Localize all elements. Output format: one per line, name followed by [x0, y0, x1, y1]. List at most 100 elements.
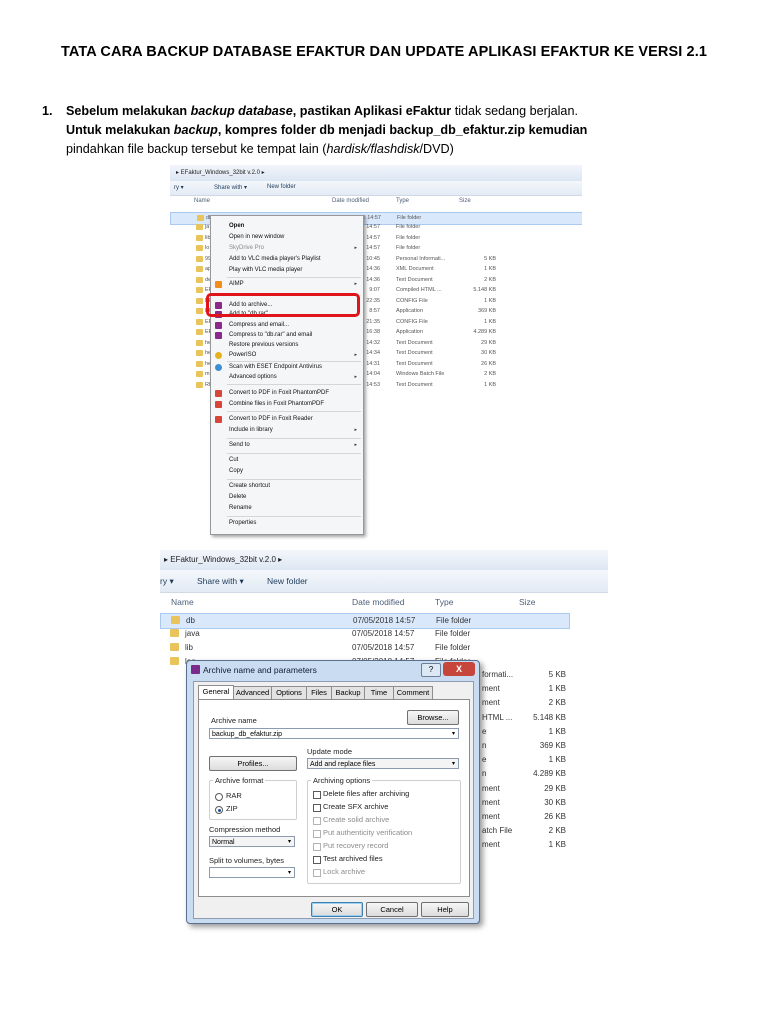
- chevron-down-icon[interactable]: ▾: [452, 759, 455, 770]
- tab-options[interactable]: Options: [271, 686, 307, 699]
- browse-button[interactable]: Browse...: [407, 710, 459, 725]
- chevron-down-icon[interactable]: ▾: [288, 868, 291, 879]
- column-headers: Name Date modified Type Size: [160, 592, 608, 612]
- menu-foxit-reader[interactable]: Convert to PDF in Foxit Reader: [229, 416, 313, 422]
- menu-foxit-convert[interactable]: Convert to PDF in Foxit PhantomPDF: [229, 390, 329, 396]
- test-checkbox[interactable]: [313, 856, 321, 864]
- share-with-button[interactable]: Share with ▾: [197, 576, 244, 587]
- menu-cut[interactable]: Cut: [229, 457, 238, 463]
- file-size: 5.148 KB: [473, 287, 496, 293]
- cancel-button[interactable]: Cancel: [366, 902, 418, 917]
- folder-icon: [196, 234, 203, 241]
- submenu-arrow-icon: ▸: [354, 352, 357, 358]
- text: , kompres folder db menjadi backup_db_ef…: [217, 123, 588, 137]
- column-headers: Name Date modified Type Size: [170, 196, 582, 208]
- address-bar[interactable]: ▸ EFaktur_Windows_32bit v.2.0 ▸: [170, 165, 582, 181]
- new-folder-button[interactable]: New folder: [267, 184, 296, 190]
- help-button[interactable]: Help: [421, 902, 469, 917]
- organize-button[interactable]: ry ▾: [160, 576, 174, 587]
- auth-checkbox[interactable]: [313, 830, 321, 838]
- menu-foxit-combine[interactable]: Combine files in Foxit PhantomPDF: [229, 401, 324, 407]
- file-type: Personal Informati...: [396, 255, 446, 262]
- rar-label: RAR: [226, 791, 242, 800]
- zip-label: ZIP: [226, 804, 238, 813]
- close-icon[interactable]: X: [443, 662, 475, 676]
- text: Untuk melakukan: [66, 123, 174, 137]
- column-type[interactable]: Type: [435, 597, 453, 607]
- tab-time[interactable]: Time: [364, 686, 394, 699]
- share-with-button[interactable]: Share with ▾: [214, 184, 247, 191]
- menu-open[interactable]: Open: [229, 223, 244, 229]
- menu-send-to[interactable]: Send to: [229, 442, 250, 448]
- new-folder-button[interactable]: New folder: [267, 576, 308, 586]
- text: tidak sedang berjalan.: [454, 104, 578, 118]
- menu-advanced-options[interactable]: Advanced options: [229, 374, 277, 380]
- archive-name-input[interactable]: backup_db_efaktur.zip ▾: [209, 728, 459, 739]
- file-row[interactable]: lib 07/05/2018 14:57 File folder: [160, 641, 608, 655]
- split-input[interactable]: ▾: [209, 867, 295, 878]
- file-size: 1 KB: [484, 297, 496, 304]
- menu-skydrive[interactable]: SkyDrive Pro: [229, 245, 264, 251]
- menu-create-shortcut[interactable]: Create shortcut: [229, 483, 270, 489]
- tab-files[interactable]: Files: [306, 686, 332, 699]
- file-size: 1 KB: [484, 318, 496, 325]
- chevron-down-icon[interactable]: ▾: [452, 729, 455, 740]
- file-name: lo: [205, 245, 210, 251]
- help-icon[interactable]: ?: [421, 663, 441, 677]
- column-size[interactable]: Size: [459, 198, 471, 204]
- menu-properties[interactable]: Properties: [229, 520, 256, 526]
- column-date[interactable]: Date modified: [352, 597, 404, 607]
- tab-comment[interactable]: Comment: [393, 686, 433, 699]
- file-name: m: [205, 371, 210, 377]
- eset-icon: [215, 364, 222, 371]
- chevron-down-icon[interactable]: ▾: [288, 837, 291, 848]
- solid-checkbox[interactable]: [313, 817, 321, 825]
- sfx-checkbox[interactable]: [313, 804, 321, 812]
- menu-vlc-add[interactable]: Add to VLC media player's Playlist: [229, 256, 321, 262]
- column-type[interactable]: Type: [396, 198, 409, 204]
- address-bar[interactable]: ▸ EFaktur_Windows_32bit v.2.0 ▸: [160, 550, 608, 570]
- file-type: Text Document: [396, 339, 433, 346]
- lock-checkbox[interactable]: [313, 869, 321, 877]
- column-name[interactable]: Name: [194, 198, 210, 204]
- column-date[interactable]: Date modified: [332, 198, 369, 204]
- compression-select[interactable]: Normal ▾: [209, 836, 295, 847]
- ok-button[interactable]: OK: [311, 902, 363, 917]
- foxit-icon: [215, 401, 222, 408]
- menu-separator: [227, 479, 361, 480]
- organize-button[interactable]: ry ▾: [174, 184, 184, 191]
- menu-copy[interactable]: Copy: [229, 468, 243, 474]
- tab-advanced[interactable]: Advanced: [233, 686, 272, 699]
- menu-include-library[interactable]: Include in library: [229, 427, 273, 433]
- tab-general[interactable]: General: [198, 685, 234, 699]
- menu-compress-db-email[interactable]: Compress to "db.rar" and email: [229, 332, 312, 338]
- menu-compress-email[interactable]: Compress and email...: [229, 322, 289, 328]
- menu-delete[interactable]: Delete: [229, 494, 246, 500]
- menu-poweriso[interactable]: PowerISO: [229, 352, 256, 358]
- profiles-button[interactable]: Profiles...: [209, 756, 297, 771]
- delete-files-checkbox[interactable]: [313, 791, 321, 799]
- poweriso-icon: [215, 352, 222, 359]
- compression-value: Normal: [212, 839, 235, 846]
- tab-backup[interactable]: Backup: [331, 686, 365, 699]
- menu-rename[interactable]: Rename: [229, 505, 252, 511]
- recovery-checkbox[interactable]: [313, 843, 321, 851]
- column-size[interactable]: Size: [519, 597, 536, 607]
- file-size: 1 KB: [484, 381, 496, 388]
- column-name[interactable]: Name: [171, 597, 194, 607]
- update-mode-select[interactable]: Add and replace files ▾: [307, 758, 459, 769]
- menu-aimp[interactable]: AIMP: [229, 281, 244, 287]
- file-type: ment: [482, 797, 500, 807]
- menu-eset-scan[interactable]: Scan with ESET Endpoint Antivirus: [229, 364, 322, 370]
- rar-radio[interactable]: [215, 793, 223, 801]
- test-label: Test archived files: [323, 854, 383, 863]
- menu-open-new-window[interactable]: Open in new window: [229, 234, 284, 240]
- zip-radio[interactable]: [215, 806, 223, 814]
- file-row[interactable]: java 07/05/2018 14:57 File folder: [160, 627, 608, 641]
- folder-icon: [196, 245, 203, 251]
- file-type: formati...: [482, 670, 514, 679]
- winrar-icon: [215, 332, 222, 339]
- menu-restore-versions[interactable]: Restore previous versions: [229, 342, 298, 348]
- menu-vlc-play[interactable]: Play with VLC media player: [229, 267, 302, 273]
- folder-icon: [196, 350, 203, 356]
